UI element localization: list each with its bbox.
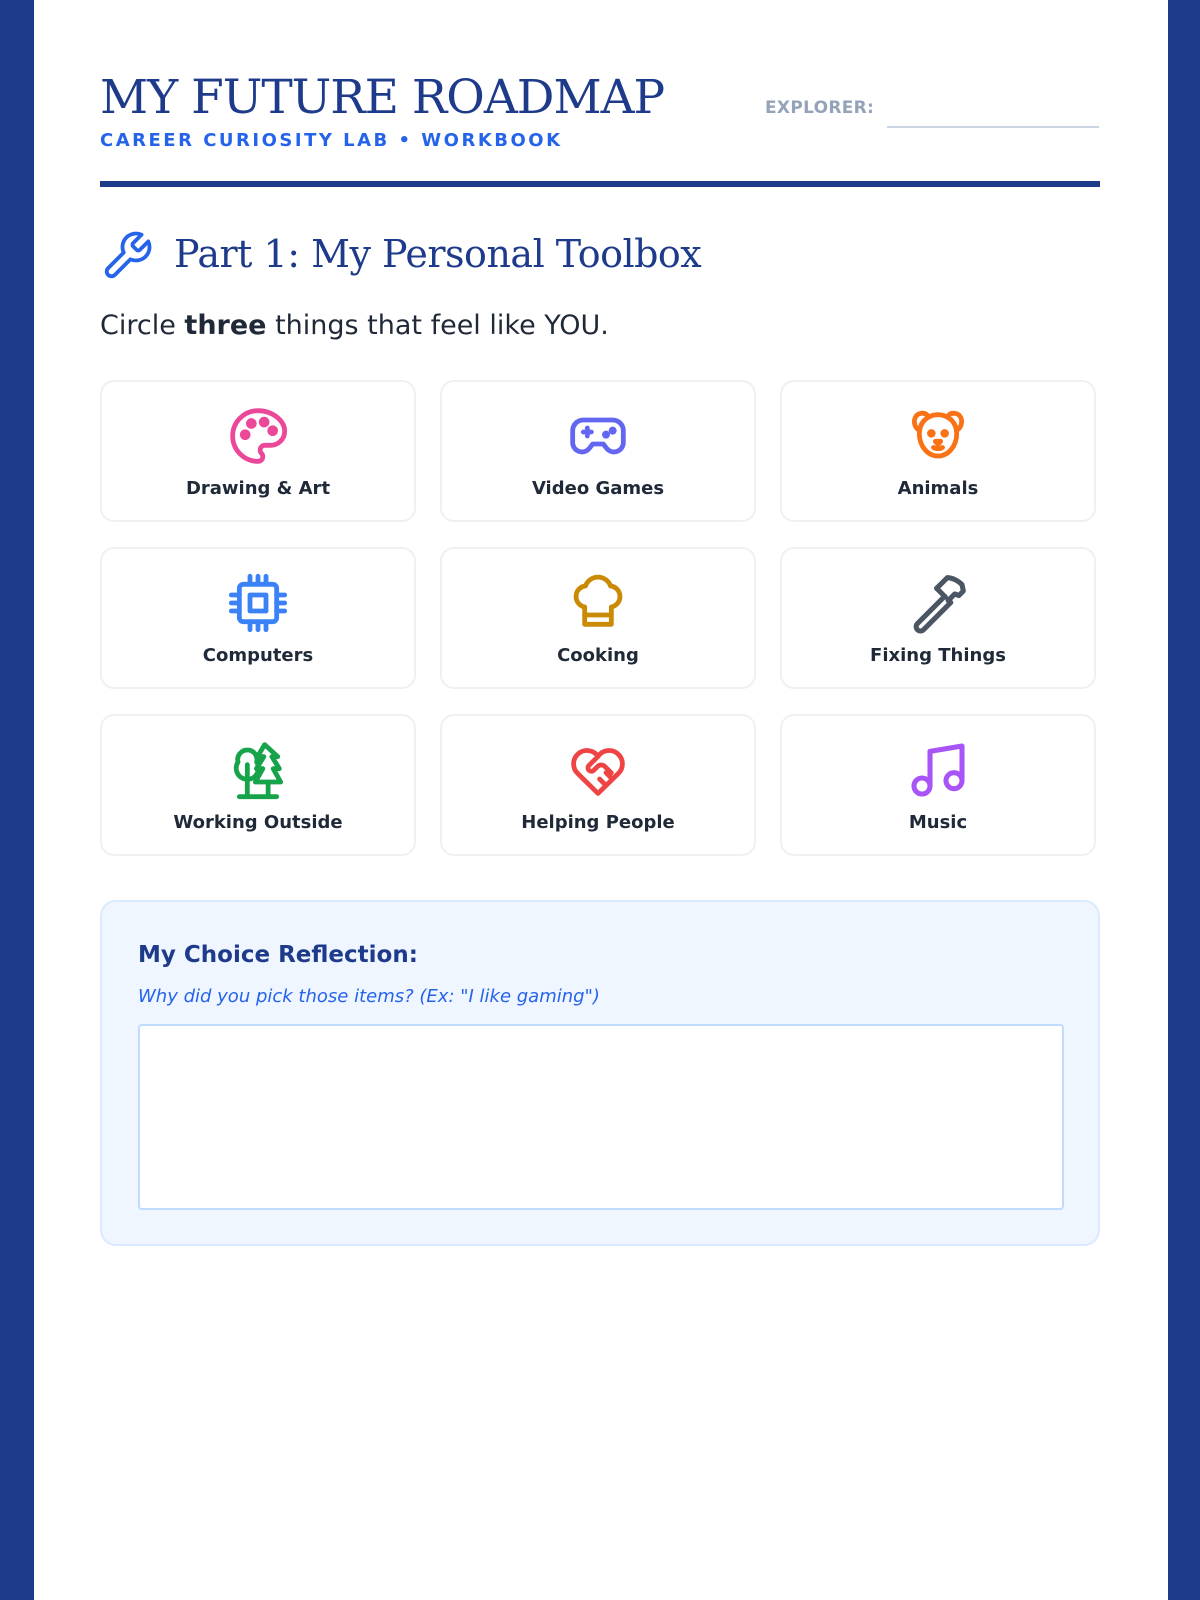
interest-card-working-outside[interactable]: Working Outside — [100, 714, 416, 856]
part-title: Part 1: My Personal Toolbox — [174, 232, 702, 276]
header: MY FUTURE ROADMAP CAREER CURIOSITY LAB •… — [100, 70, 1100, 190]
dog-icon — [911, 410, 965, 459]
interest-card-computers[interactable]: Computers — [100, 547, 416, 689]
explorer-label: EXPLORER: — [765, 98, 875, 118]
interest-label: Cooking — [557, 645, 639, 666]
part-heading: Part 1: My Personal Toolbox — [100, 225, 1100, 285]
interest-label: Fixing Things — [870, 645, 1006, 666]
header-divider — [100, 181, 1100, 187]
interest-card-music[interactable]: Music — [780, 714, 1096, 856]
trees-icon — [233, 742, 284, 800]
interest-card-helping-people[interactable]: Helping People — [440, 714, 756, 856]
interest-card-fixing-things[interactable]: Fixing Things — [780, 547, 1096, 689]
cpu-chip-icon — [228, 573, 288, 633]
palette-icon — [230, 408, 288, 464]
interest-label: Working Outside — [173, 812, 343, 833]
workbook-page: MY FUTURE ROADMAP CAREER CURIOSITY LAB •… — [34, 0, 1168, 1600]
chef-hat-icon — [573, 574, 623, 627]
instruction-text: Circle three things that feel like YOU. — [100, 310, 1100, 341]
page-title: MY FUTURE ROADMAP — [100, 70, 665, 125]
page-subtitle: CAREER CURIOSITY LAB • WORKBOOK — [100, 130, 563, 151]
interest-label: Drawing & Art — [185, 478, 331, 499]
instruction-after: things that feel like YOU. — [266, 310, 609, 341]
wrench-icon — [104, 231, 152, 279]
gamepad-icon — [570, 417, 626, 455]
interest-card-video-games[interactable]: Video Games — [440, 380, 756, 522]
explorer-name-input[interactable] — [887, 96, 1099, 128]
interest-card-animals[interactable]: Animals — [780, 380, 1096, 522]
reflection-panel: My Choice Reflection: Why did you pick t… — [100, 900, 1100, 1246]
interest-label: Animals — [897, 478, 979, 499]
heart-handshake-icon — [571, 748, 625, 796]
instruction-emphasis: three — [184, 310, 267, 341]
reflection-title: My Choice Reflection: — [138, 942, 418, 968]
interest-label: Video Games — [531, 478, 665, 499]
interest-label: Music — [908, 812, 968, 833]
reflection-hint: Why did you pick those items? (Ex: "I li… — [138, 986, 600, 1007]
explorer-field: EXPLORER: — [765, 96, 1100, 130]
reflection-answer-input[interactable] — [138, 1024, 1064, 1210]
interest-label: Computers — [202, 645, 314, 666]
music-note-icon — [911, 743, 965, 797]
hammer-icon — [913, 575, 966, 634]
interest-card-drawing[interactable]: Drawing & Art — [100, 380, 416, 522]
interest-label: Helping People — [521, 812, 675, 833]
instruction-before: Circle — [100, 310, 185, 341]
interest-card-cooking[interactable]: Cooking — [440, 547, 756, 689]
